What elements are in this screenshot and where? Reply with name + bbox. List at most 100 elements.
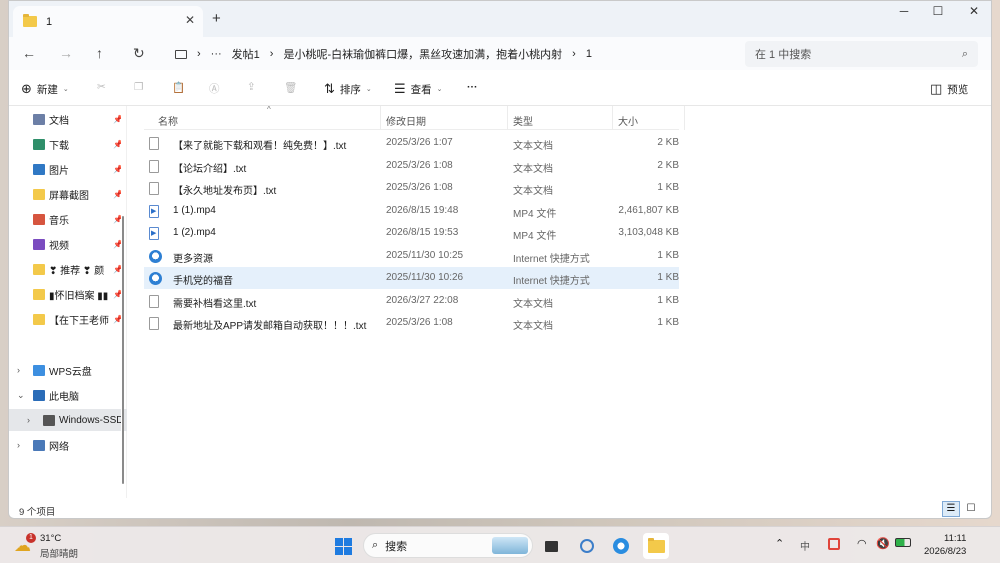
address-bar[interactable]: › ··· 发帖1 › 是小桃呢-白袜瑜伽裤口爆，黑丝攻速加满，抱着小桃内射 ›… [163, 41, 739, 67]
text-file-icon [149, 317, 159, 330]
column-name[interactable]: 名称 [158, 113, 178, 128]
sidebar-item-quick[interactable]: ❣ 推荐 ❣ 颜 📌 [9, 258, 127, 280]
wifi-icon[interactable]: ◠ [857, 537, 867, 550]
expand-chevron-icon[interactable]: › [27, 415, 30, 425]
wps-tray-icon[interactable] [828, 538, 840, 550]
app-icon-2[interactable] [608, 533, 634, 559]
rename-icon[interactable]: Ⓐ [209, 81, 220, 96]
sidebar-item-quick[interactable]: 图片 📌 [9, 158, 127, 180]
file-row[interactable]: 手机党的福音 2025/11/30 10:26 Internet 快捷方式 1 KB [144, 267, 679, 289]
taskbar-search[interactable]: ⌕ 搜索 [363, 533, 533, 558]
sidebar-item-tree[interactable]: ⌄ 此电脑 [9, 384, 127, 406]
overflow-icon[interactable]: ··· [211, 48, 222, 60]
text-file-icon [149, 294, 159, 308]
folder-icon [33, 138, 45, 150]
sidebar-item-quick[interactable]: 屏幕截图 📌 [9, 183, 127, 205]
volume-muted-icon[interactable]: 🔇 [876, 537, 890, 550]
column-size[interactable]: 大小 [618, 113, 638, 128]
file-type: Internet 快捷方式 [513, 276, 590, 287]
minimize-button[interactable]: ─ [889, 4, 919, 18]
column-type[interactable]: 类型 [513, 113, 533, 128]
breadcrumb-item-1[interactable]: 发帖1 [232, 46, 260, 62]
file-row[interactable]: 【来了就能下载和观看！纯免费！】.txt 2025/3/26 1:07 文本文档 2 … [144, 132, 679, 154]
forward-button[interactable]: → [59, 45, 73, 61]
sidebar-item-tree[interactable]: › 网络 [9, 434, 127, 456]
file-explorer-taskbar-button[interactable] [643, 533, 669, 559]
ime-indicator[interactable]: 中 [800, 538, 810, 553]
sidebar-item-tree[interactable]: › Windows-SSD [9, 409, 127, 431]
task-view-button[interactable] [538, 533, 564, 559]
clock-time[interactable]: 11:11 [944, 533, 966, 544]
tab-1[interactable]: 1 ✕ [13, 6, 203, 37]
sidebar-item-label: 屏幕截图 [49, 190, 89, 202]
command-bar: ⊕ 新建 ⌄ ✂ ❐ 📋 Ⓐ ⇪ 🗑 ⇅ 排序 ⌄ ☰ 查看 ⌄ ··· ◫ 预… [9, 70, 991, 106]
details-view-button[interactable]: ☰ [942, 501, 960, 517]
sidebar-item-quick[interactable]: 音乐 📌 [9, 208, 127, 230]
close-tab-icon[interactable]: ✕ [185, 13, 195, 27]
internet-shortcut-icon [149, 249, 162, 263]
file-row[interactable]: 【论坛介绍】.txt 2025/3/26 1:08 文本文档 2 KB [144, 155, 679, 177]
file-name: 【来了就能下载和观看！纯免费！】.txt [173, 141, 347, 152]
tiles-view-button[interactable]: ☐ [962, 501, 980, 517]
sidebar-scroll-thumb[interactable] [122, 216, 124, 484]
sidebar-item-quick[interactable]: 【在下王老师 📌 [9, 308, 127, 330]
file-type: 文本文档 [513, 186, 553, 197]
search-input[interactable]: 在 1 中搜索 ⌕ [745, 41, 978, 67]
chevron-right-icon: › [269, 48, 274, 60]
cut-icon[interactable]: ✂ [97, 81, 106, 93]
refresh-button[interactable]: ↻ [133, 45, 145, 62]
start-button[interactable] [330, 533, 356, 559]
preview-button[interactable]: ◫ 预览 [930, 81, 968, 97]
text-file-icon [149, 182, 159, 195]
more-options-button[interactable]: ··· [467, 81, 478, 93]
sidebar-item-label: 下载 [49, 140, 69, 152]
file-row[interactable]: 1 (1).mp4 2026/8/15 19:48 MP4 文件 2,461,807 … [144, 200, 679, 222]
sidebar-item-quick[interactable]: ▮怀旧档案 ▮▮ 📌 [9, 283, 127, 305]
file-type: MP4 文件 [513, 231, 557, 242]
computer-icon [33, 389, 45, 401]
share-icon[interactable]: ⇪ [247, 81, 256, 93]
sort-button[interactable]: ⇅ 排序 ⌄ [324, 81, 372, 97]
expand-chevron-icon[interactable]: › [17, 440, 20, 450]
sidebar-item-quick[interactable]: 视频 📌 [9, 233, 127, 255]
maximize-button[interactable]: ☐ [923, 4, 953, 18]
file-type: 文本文档 [513, 298, 553, 310]
sort-ascending-icon: ^ [267, 105, 271, 114]
breadcrumb-item-2[interactable]: 是小桃呢-白袜瑜伽裤口爆，黑丝攻速加满，抱着小桃内射 [283, 46, 562, 62]
breadcrumb-item-3[interactable]: 1 [586, 48, 592, 60]
close-window-button[interactable]: ✕ [959, 4, 989, 18]
delete-icon[interactable]: 🗑 [284, 81, 297, 94]
new-button[interactable]: ⊕ 新建 ⌄ [21, 81, 69, 97]
file-row[interactable]: 最新地址及APP请发邮箱自动获取！！！.txt 2025/3/26 1:08 文本文… [144, 312, 679, 334]
file-row[interactable]: 【永久地址发布页】.txt 2025/3/26 1:08 文本文档 1 KB [144, 177, 679, 199]
file-type: 文本文档 [513, 141, 553, 152]
back-button[interactable]: ← [22, 45, 36, 61]
battery-icon[interactable] [895, 538, 911, 547]
sidebar-item-tree[interactable]: › WPS云盘 [9, 359, 127, 381]
view-button[interactable]: ☰ 查看 ⌄ [394, 81, 443, 97]
file-date: 2026/8/15 19:53 [386, 227, 459, 238]
expand-chevron-icon[interactable]: › [17, 365, 20, 375]
file-type: MP4 文件 [513, 208, 557, 220]
sidebar-item-quick[interactable]: 下载 📌 [9, 133, 127, 155]
clock-date[interactable]: 2026/8/23 [924, 546, 966, 557]
column-date[interactable]: 修改日期 [386, 113, 426, 128]
file-row[interactable]: 需要补档看这里.txt 2026/3/27 22:08 文本文档 1 KB [144, 290, 679, 312]
new-tab-button[interactable]: + [212, 10, 221, 27]
weather-widget[interactable]: ☁ 1 [14, 533, 36, 555]
folder-icon [647, 537, 665, 553]
copy-icon[interactable]: ❐ [134, 81, 143, 93]
chevron-up-icon[interactable]: ⌃ [775, 537, 784, 550]
expand-chevron-icon[interactable]: ⌄ [17, 390, 25, 401]
file-row[interactable]: 更多资源 2025/11/30 10:25 Internet 快捷方式 1 KB [144, 245, 679, 267]
up-button[interactable]: ↑ [96, 45, 103, 61]
file-row[interactable]: 1 (2).mp4 2026/8/15 19:53 MP4 文件 3,103,048 … [144, 222, 679, 244]
file-size: 1 KB [657, 294, 679, 306]
paste-icon[interactable]: 📋 [172, 81, 185, 94]
app-icon-1[interactable] [574, 533, 600, 559]
file-size: 3,103,048 KB [618, 227, 679, 238]
navigation-bar: ← → ↑ ↻ › ··· 发帖1 › 是小桃呢-白袜瑜伽裤口爆，黑丝攻速加满，… [9, 37, 991, 70]
file-name: 最新地址及APP请发邮箱自动获取！！！.txt [173, 321, 367, 332]
sidebar-item-quick[interactable]: 文档 📌 [9, 108, 127, 130]
file-size: 2 KB [657, 137, 679, 148]
